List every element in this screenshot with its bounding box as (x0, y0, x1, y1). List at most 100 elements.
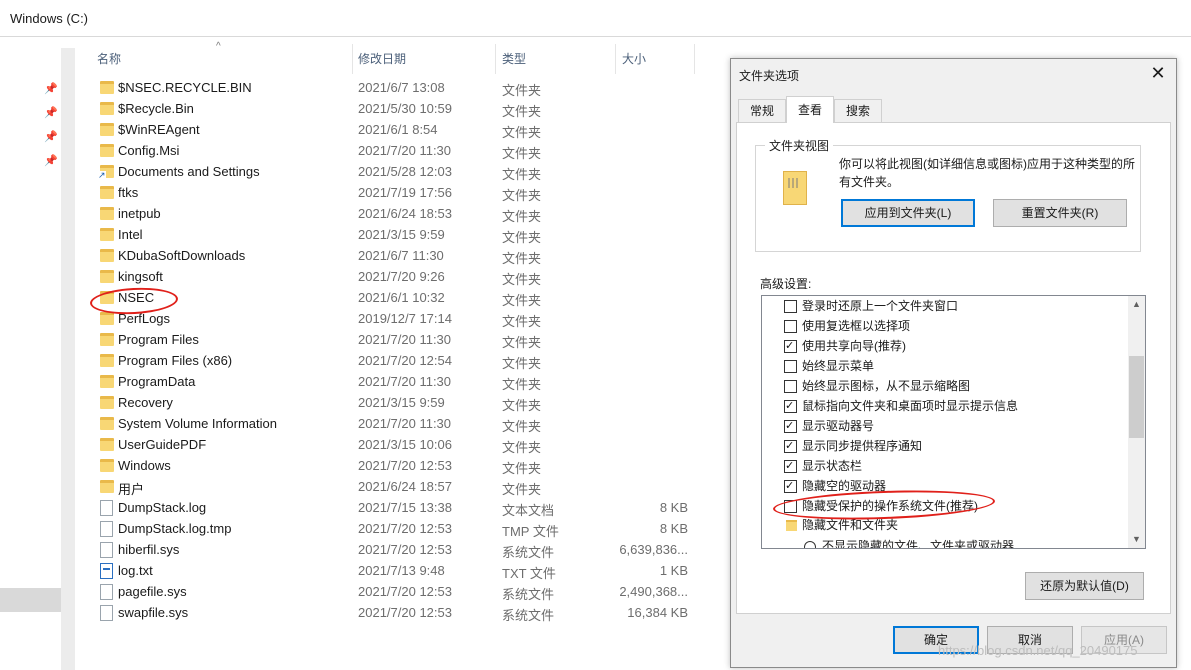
setting-option[interactable]: 显示同步提供程序通知 (784, 436, 1114, 456)
folder-icon (100, 375, 114, 388)
file-row[interactable]: Recovery 2021/3/15 9:59 文件夹 (75, 393, 695, 414)
file-date: 2021/7/20 12:54 (358, 353, 452, 368)
tab-view[interactable]: 查看 (786, 96, 834, 123)
file-row[interactable]: DumpStack.log.tmp 2021/7/20 12:53 TMP 文件 8 … (75, 519, 695, 540)
folder-icon (100, 333, 114, 346)
radio-button[interactable] (804, 541, 816, 548)
file-type: 文件夹 (502, 377, 542, 392)
nav-selected-item[interactable] (0, 588, 61, 612)
file-name: ftks (118, 185, 139, 200)
scroll-down-icon[interactable]: ▼ (1130, 534, 1143, 544)
column-divider[interactable] (694, 44, 695, 74)
setting-option[interactable]: 显示状态栏 (784, 456, 1114, 476)
file-row[interactable]: PerfLogs 2019/12/7 17:14 文件夹 (75, 309, 695, 330)
file-name: DumpStack.log (118, 500, 207, 515)
file-name: $NSEC.RECYCLE.BIN (118, 80, 252, 95)
tab-general[interactable]: 常规 (738, 99, 786, 122)
setting-option[interactable]: 始终显示图标，从不显示缩略图 (784, 376, 1114, 396)
settings-scrollbar[interactable]: ▲ ▼ (1128, 296, 1145, 548)
checkbox[interactable] (784, 457, 797, 475)
setting-option[interactable]: 登录时还原上一个文件夹窗口 (784, 296, 1114, 316)
column-date[interactable]: 修改日期 (358, 50, 406, 67)
file-date: 2021/7/20 12:53 (358, 584, 452, 599)
file-type: 文本文档 (502, 503, 555, 518)
scroll-up-icon[interactable]: ▲ (1130, 299, 1143, 309)
file-row[interactable]: Intel 2021/3/15 9:59 文件夹 (75, 225, 695, 246)
file-row[interactable]: swapfile.sys 2021/7/20 12:53 系统文件 16,384 KB (75, 603, 695, 624)
file-name: hiberfil.sys (118, 542, 180, 557)
file-row[interactable]: 用户 2021/6/24 18:57 文件夹 (75, 477, 695, 498)
file-row[interactable]: pagefile.sys 2021/7/20 12:53 系统文件 2,490,368… (75, 582, 695, 603)
file-row[interactable]: Program Files 2021/7/20 11:30 文件夹 (75, 330, 695, 351)
file-row[interactable]: $WinREAgent 2021/6/1 8:54 文件夹 (75, 120, 695, 141)
file-row[interactable]: Windows 2021/7/20 12:53 文件夹 (75, 456, 695, 477)
file-icon (100, 500, 113, 516)
file-row[interactable]: Config.Msi 2021/7/20 11:30 文件夹 (75, 141, 695, 162)
restore-defaults-button[interactable]: 还原为默认值(D) (1025, 572, 1144, 600)
checkbox[interactable] (784, 360, 797, 373)
checkbox[interactable] (784, 397, 797, 415)
checkbox[interactable] (784, 300, 797, 313)
folder-options-dialog: 文件夹选项 ✕ 常规 查看 搜索 文件夹视图 你可以将此视图(如详细信息或图标)… (730, 58, 1177, 668)
column-divider[interactable] (495, 44, 496, 74)
option-hide-hidden-files[interactable]: 不显示隐藏的文件、文件夹或驱动器 (784, 536, 1114, 548)
column-divider[interactable] (615, 44, 616, 74)
file-row[interactable]: System Volume Information 2021/7/20 11:30… (75, 414, 695, 435)
file-row[interactable]: kingsoft 2021/7/20 9:26 文件夹 (75, 267, 695, 288)
apply-to-folders-button[interactable]: 应用到文件夹(L) (841, 199, 975, 227)
checkbox[interactable] (784, 320, 797, 333)
setting-option[interactable]: 始终显示菜单 (784, 356, 1114, 376)
setting-option[interactable]: 使用复选框以选择项 (784, 316, 1114, 336)
file-row[interactable]: Program Files (x86) 2021/7/20 12:54 文件夹 (75, 351, 695, 372)
checkbox[interactable] (784, 380, 797, 393)
folder-view-description: 你可以将此视图(如详细信息或图标)应用于这种类型的所有文件夹。 (839, 157, 1135, 189)
folder-icon (100, 417, 114, 430)
file-type: 文件夹 (502, 125, 542, 140)
column-size[interactable]: 大小 (622, 50, 646, 67)
file-row[interactable]: DumpStack.log 2021/7/15 13:38 文本文档 8 KB (75, 498, 695, 519)
address-path[interactable]: Windows (C:) (10, 11, 88, 26)
file-row[interactable]: hiberfil.sys 2021/7/20 12:53 系统文件 6,639,836… (75, 540, 695, 561)
file-date: 2021/6/24 18:57 (358, 479, 452, 494)
file-row[interactable]: $NSEC.RECYCLE.BIN 2021/6/7 13:08 文件夹 (75, 78, 695, 99)
file-type: 文件夹 (502, 209, 542, 224)
file-date: 2021/5/30 10:59 (358, 101, 452, 116)
file-icon (100, 521, 113, 537)
scroll-thumb[interactable] (1129, 356, 1144, 438)
close-icon[interactable]: ✕ (1146, 62, 1170, 84)
column-type[interactable]: 类型 (502, 50, 526, 67)
file-row[interactable]: ftks 2021/7/19 17:56 文件夹 (75, 183, 695, 204)
setting-option-label: 使用共享向导(推荐) (802, 339, 906, 353)
file-date: 2021/7/15 13:38 (358, 500, 452, 515)
pin-icon: 📌 (44, 107, 58, 119)
file-row[interactable]: ProgramData 2021/7/20 11:30 文件夹 (75, 372, 695, 393)
column-divider[interactable] (352, 44, 353, 74)
text-file-icon (100, 563, 113, 579)
file-date: 2021/7/20 11:30 (358, 416, 452, 431)
file-row[interactable]: Documents and Settings 2021/5/28 12:03 文件夹 (75, 162, 695, 183)
setting-option[interactable]: 使用共享向导(推荐) (784, 336, 1114, 356)
file-name: Config.Msi (118, 143, 180, 158)
nav-scrollbar[interactable] (61, 48, 75, 670)
file-row[interactable]: KDubaSoftDownloads 2021/6/7 11:30 文件夹 (75, 246, 695, 267)
tab-search[interactable]: 搜索 (834, 99, 882, 122)
file-date: 2021/7/20 12:53 (358, 521, 452, 536)
file-name: $Recycle.Bin (118, 101, 194, 116)
column-name[interactable]: 名称 (97, 50, 121, 67)
checkbox[interactable] (784, 417, 797, 435)
checkbox[interactable] (784, 477, 797, 495)
file-type: 系统文件 (502, 587, 555, 602)
file-name: log.txt (118, 563, 153, 578)
checkbox[interactable] (784, 337, 797, 355)
file-date: 2021/6/7 13:08 (358, 80, 445, 95)
reset-folders-button[interactable]: 重置文件夹(R) (993, 199, 1127, 227)
file-row[interactable]: log.txt 2021/7/13 9:48 TXT 文件 1 KB (75, 561, 695, 582)
file-row[interactable]: UserGuidePDF 2021/3/15 10:06 文件夹 (75, 435, 695, 456)
file-row[interactable]: inetpub 2021/6/24 18:53 文件夹 (75, 204, 695, 225)
setting-option[interactable]: 鼠标指向文件夹和桌面项时显示提示信息 (784, 396, 1114, 416)
file-row[interactable]: $Recycle.Bin 2021/5/30 10:59 文件夹 (75, 99, 695, 120)
setting-option-label: 显示同步提供程序通知 (802, 439, 923, 453)
setting-option[interactable]: 显示驱动器号 (784, 416, 1114, 436)
address-bar[interactable]: Windows (C:) (0, 0, 1191, 37)
checkbox[interactable] (784, 437, 797, 455)
